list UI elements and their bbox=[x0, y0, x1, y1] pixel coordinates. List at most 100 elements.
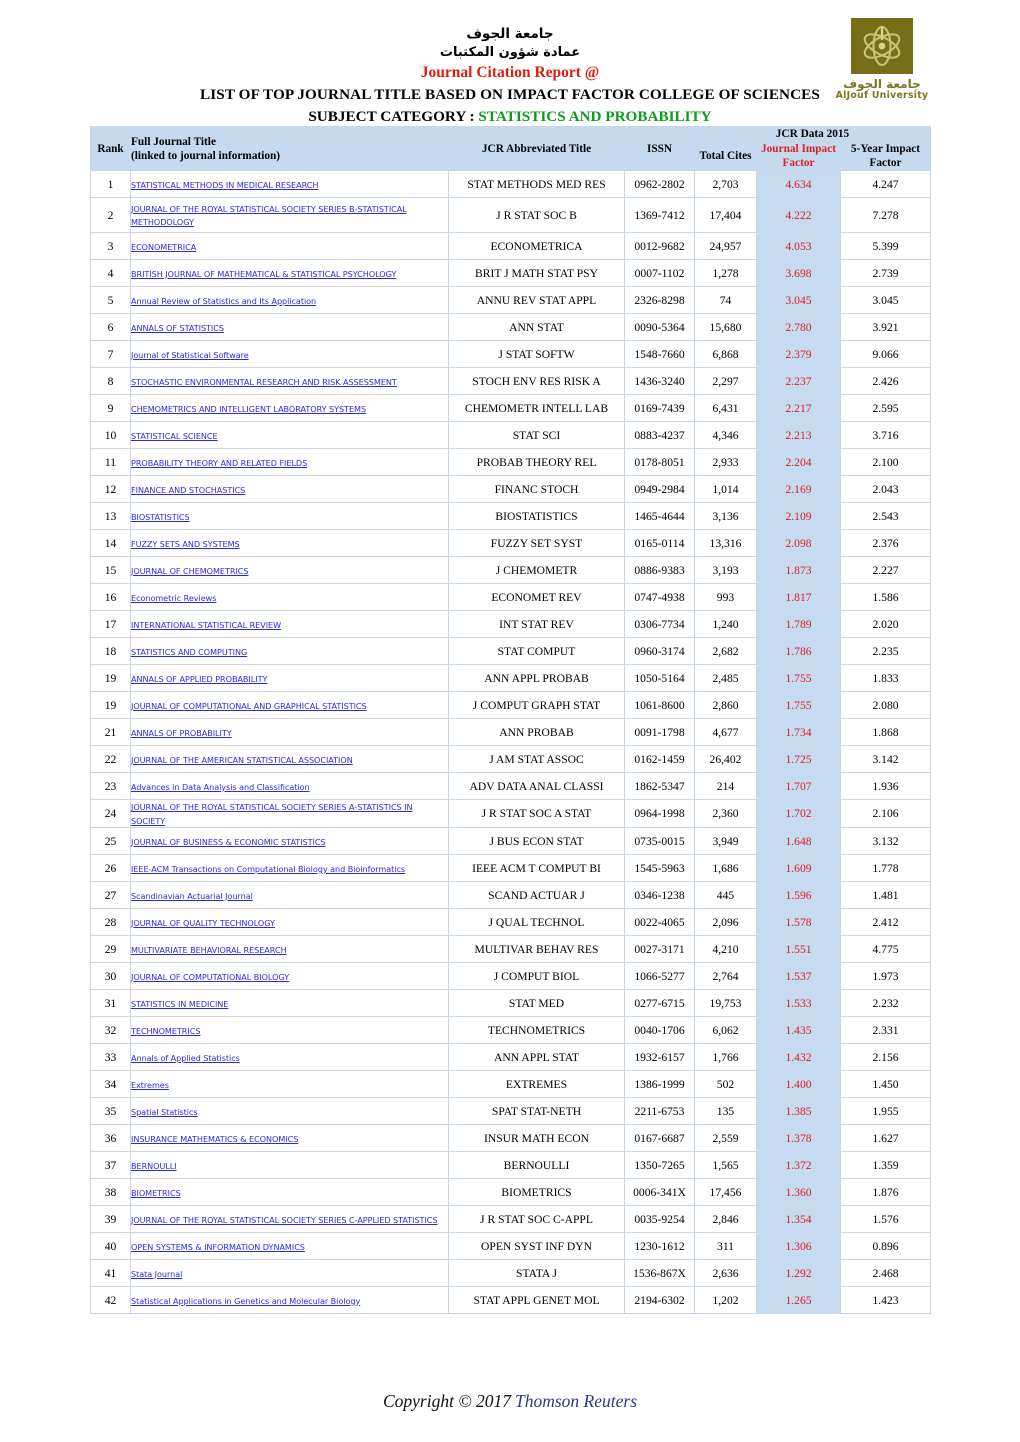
cell-rank: 14 bbox=[90, 529, 131, 558]
journal-title-link[interactable]: ECONOMETRICA bbox=[131, 242, 196, 252]
cell-journal-impact-factor: 1.707 bbox=[756, 772, 841, 801]
journal-title-link[interactable]: BIOSTATISTICS bbox=[131, 512, 190, 522]
cell-journal-impact-factor: 1.578 bbox=[756, 908, 841, 937]
journal-title-link[interactable]: JOURNAL OF THE ROYAL STATISTICAL SOCIETY… bbox=[131, 204, 407, 227]
journal-title-link[interactable]: Advances in Data Analysis and Classifica… bbox=[131, 782, 310, 792]
journal-title-link[interactable]: MULTIVARIATE BEHAVIORAL RESEARCH bbox=[131, 945, 287, 955]
journal-title-link[interactable]: PROBABILITY THEORY AND RELATED FIELDS bbox=[131, 458, 307, 468]
cell-abbreviated-title: EXTREMES bbox=[448, 1070, 625, 1099]
journal-title-link[interactable]: JOURNAL OF CHEMOMETRICS bbox=[131, 566, 249, 576]
journal-title-link[interactable]: IEEE-ACM Transactions on Computational B… bbox=[131, 864, 405, 874]
cell-issn: 1050-5164 bbox=[624, 664, 695, 693]
journal-title-link[interactable]: JOURNAL OF COMPUTATIONAL BIOLOGY bbox=[131, 972, 289, 982]
cell-rank: 18 bbox=[90, 637, 131, 666]
cell-total-cites: 311 bbox=[694, 1232, 757, 1261]
table-row: 35 Spatial Statistics SPAT STAT-NETH 2211-6… bbox=[90, 1097, 931, 1126]
cell-rank: 9 bbox=[90, 394, 131, 423]
cell-rank: 22 bbox=[90, 745, 131, 774]
cell-total-cites: 2,682 bbox=[694, 637, 757, 666]
journal-title-link[interactable]: Journal of Statistical Software bbox=[131, 350, 249, 360]
document-header: جامعة الجوف عمادة شؤون المكتبات Journal … bbox=[0, 0, 1020, 125]
journal-title-link[interactable]: FUZZY SETS AND SYSTEMS bbox=[131, 539, 240, 549]
journal-title-link[interactable]: INTERNATIONAL STATISTICAL REVIEW bbox=[131, 620, 281, 630]
cell-5-year-impact-factor: 3.142 bbox=[840, 745, 931, 774]
cell-journal-impact-factor: 1.551 bbox=[756, 935, 841, 964]
cell-rank: 6 bbox=[90, 313, 131, 342]
cell-full-journal-title: STATISTICAL SCIENCE bbox=[130, 421, 449, 450]
cell-5-year-impact-factor: 2.227 bbox=[840, 556, 931, 585]
journal-title-link[interactable]: Stata Journal bbox=[131, 1269, 182, 1279]
subject-category-line: SUBJECT CATEGORY : STATISTICS AND PROBAB… bbox=[0, 107, 1020, 127]
cell-total-cites: 2,764 bbox=[694, 962, 757, 991]
cell-5-year-impact-factor: 2.100 bbox=[840, 448, 931, 477]
journal-title-link[interactable]: Annals of Applied Statistics bbox=[131, 1053, 240, 1063]
journal-title-link[interactable]: INSURANCE MATHEMATICS & ECONOMICS bbox=[131, 1134, 298, 1144]
table-row: 14 FUZZY SETS AND SYSTEMS FUZZY SET SYST 01… bbox=[90, 529, 931, 558]
cell-journal-impact-factor: 1.702 bbox=[756, 799, 841, 829]
col-header-full-title-line1: Full Journal Title bbox=[131, 135, 216, 148]
cell-full-journal-title: JOURNAL OF THE ROYAL STATISTICAL SOCIETY… bbox=[130, 799, 449, 829]
journal-title-link[interactable]: BRITISH JOURNAL OF MATHEMATICAL & STATIS… bbox=[131, 269, 396, 279]
col-header-rank: Rank bbox=[90, 125, 131, 172]
col-header-issn: ISSN bbox=[624, 125, 695, 172]
cell-abbreviated-title: J AM STAT ASSOC bbox=[448, 745, 625, 774]
journal-title-link[interactable]: CHEMOMETRICS AND INTELLIGENT LABORATORY … bbox=[131, 404, 366, 414]
cell-total-cites: 6,868 bbox=[694, 340, 757, 369]
cell-issn: 1545-5963 bbox=[624, 854, 695, 883]
cell-5-year-impact-factor: 1.778 bbox=[840, 854, 931, 883]
journal-title-link[interactable]: BERNOULLI bbox=[131, 1161, 177, 1171]
journal-title-link[interactable]: FINANCE AND STOCHASTICS bbox=[131, 485, 245, 495]
journal-title-link[interactable]: JOURNAL OF COMPUTATIONAL AND GRAPHICAL S… bbox=[131, 701, 367, 711]
journal-title-link[interactable]: TECHNOMETRICS bbox=[131, 1026, 200, 1036]
cell-issn: 0007-1102 bbox=[624, 259, 695, 288]
cell-5-year-impact-factor: 2.235 bbox=[840, 637, 931, 666]
journal-title-link[interactable]: JOURNAL OF THE AMERICAN STATISTICAL ASSO… bbox=[131, 755, 353, 765]
cell-journal-impact-factor: 1.432 bbox=[756, 1043, 841, 1072]
cell-rank: 32 bbox=[90, 1016, 131, 1045]
journal-title-link[interactable]: OPEN SYSTEMS & INFORMATION DYNAMICS bbox=[131, 1242, 305, 1252]
journal-title-link[interactable]: Statistical Applications in Genetics and… bbox=[131, 1296, 360, 1306]
journal-title-link[interactable]: STATISTICAL METHODS IN MEDICAL RESEARCH bbox=[131, 180, 318, 190]
journal-title-link[interactable]: Annual Review of Statistics and Its Appl… bbox=[131, 296, 316, 306]
cell-issn: 0022-4065 bbox=[624, 908, 695, 937]
cell-5-year-impact-factor: 2.543 bbox=[840, 502, 931, 531]
cell-abbreviated-title: ECONOMET REV bbox=[448, 583, 625, 612]
cell-total-cites: 17,404 bbox=[694, 197, 757, 234]
journal-title-link[interactable]: STATISTICAL SCIENCE bbox=[131, 431, 218, 441]
cell-issn: 2326-8298 bbox=[624, 286, 695, 315]
atom-icon bbox=[851, 18, 913, 74]
cell-total-cites: 214 bbox=[694, 772, 757, 801]
journal-title-link[interactable]: BIOMETRICS bbox=[131, 1188, 181, 1198]
table-body: 1 STATISTICAL METHODS IN MEDICAL RESEARCH… bbox=[90, 170, 931, 1315]
journal-title-link[interactable]: Scandinavian Actuarial Journal bbox=[131, 891, 253, 901]
journal-title-link[interactable]: ANNALS OF PROBABILITY bbox=[131, 728, 232, 738]
table-row: 12 FINANCE AND STOCHASTICS FINANC STOCH 094… bbox=[90, 475, 931, 504]
journal-title-link[interactable]: JOURNAL OF QUALITY TECHNOLOGY bbox=[131, 918, 275, 928]
cell-abbreviated-title: J COMPUT BIOL bbox=[448, 962, 625, 991]
cell-journal-impact-factor: 1.873 bbox=[756, 556, 841, 585]
journal-title-link[interactable]: Spatial Statistics bbox=[131, 1107, 198, 1117]
journal-title-link[interactable]: ANNALS OF STATISTICS bbox=[131, 323, 224, 333]
journal-title-link[interactable]: JOURNAL OF THE ROYAL STATISTICAL SOCIETY… bbox=[131, 802, 413, 825]
cell-issn: 0178-8051 bbox=[624, 448, 695, 477]
cell-5-year-impact-factor: 2.020 bbox=[840, 610, 931, 639]
cell-abbreviated-title: J R STAT SOC B bbox=[448, 197, 625, 234]
journal-title-link[interactable]: STATISTICS IN MEDICINE bbox=[131, 999, 228, 1009]
cell-rank: 16 bbox=[90, 583, 131, 612]
journal-title-link[interactable]: STOCHASTIC ENVIRONMENTAL RESEARCH AND RI… bbox=[131, 377, 397, 387]
cell-abbreviated-title: STAT MED bbox=[448, 989, 625, 1018]
cell-journal-impact-factor: 1.435 bbox=[756, 1016, 841, 1045]
journal-title-link[interactable]: JOURNAL OF THE ROYAL STATISTICAL SOCIETY… bbox=[131, 1215, 438, 1225]
cell-full-journal-title: BIOMETRICS bbox=[130, 1178, 449, 1207]
journal-title-link[interactable]: Econometric Reviews bbox=[131, 593, 216, 603]
cell-full-journal-title: FUZZY SETS AND SYSTEMS bbox=[130, 529, 449, 558]
cell-5-year-impact-factor: 1.450 bbox=[840, 1070, 931, 1099]
journal-title-link[interactable]: ANNALS OF APPLIED PROBABILITY bbox=[131, 674, 267, 684]
journal-title-link[interactable]: STATISTICS AND COMPUTING bbox=[131, 647, 247, 657]
cell-5-year-impact-factor: 1.586 bbox=[840, 583, 931, 612]
cell-issn: 1932-6157 bbox=[624, 1043, 695, 1072]
cell-rank: 36 bbox=[90, 1124, 131, 1153]
journal-title-link[interactable]: JOURNAL OF BUSINESS & ECONOMIC STATISTIC… bbox=[131, 837, 326, 847]
journal-title-link[interactable]: Extremes bbox=[131, 1080, 169, 1090]
cell-full-journal-title: JOURNAL OF BUSINESS & ECONOMIC STATISTIC… bbox=[130, 827, 449, 856]
